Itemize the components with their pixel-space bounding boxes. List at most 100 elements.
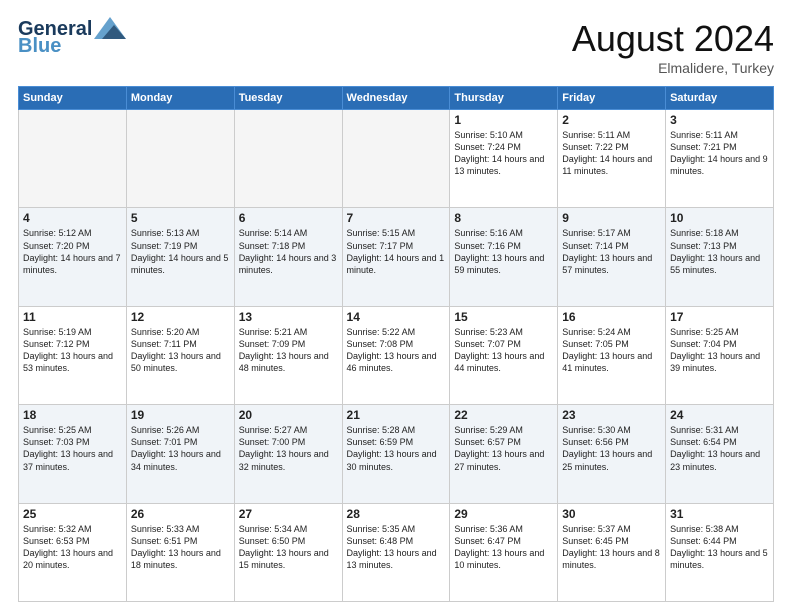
day-number: 5	[131, 211, 230, 225]
calendar-table: Sunday Monday Tuesday Wednesday Thursday…	[18, 86, 774, 602]
calendar-row-2: 4 Sunrise: 5:12 AM Sunset: 7:20 PM Daylig…	[19, 208, 774, 306]
calendar-cell: 2 Sunrise: 5:11 AM Sunset: 7:22 PM Daylig…	[558, 110, 666, 208]
day-number: 22	[454, 408, 553, 422]
day-info: Sunrise: 5:25 AM Sunset: 7:04 PM Dayligh…	[670, 326, 769, 375]
day-number: 12	[131, 310, 230, 324]
day-info: Sunrise: 5:14 AM Sunset: 7:18 PM Dayligh…	[239, 227, 338, 276]
col-sunday: Sunday	[19, 87, 127, 110]
day-number: 19	[131, 408, 230, 422]
day-info: Sunrise: 5:15 AM Sunset: 7:17 PM Dayligh…	[347, 227, 446, 276]
calendar-cell: 18 Sunrise: 5:25 AM Sunset: 7:03 PM Dayli…	[19, 405, 127, 503]
day-info: Sunrise: 5:34 AM Sunset: 6:50 PM Dayligh…	[239, 523, 338, 572]
day-number: 1	[454, 113, 553, 127]
day-number: 11	[23, 310, 122, 324]
day-info: Sunrise: 5:23 AM Sunset: 7:07 PM Dayligh…	[454, 326, 553, 375]
day-info: Sunrise: 5:36 AM Sunset: 6:47 PM Dayligh…	[454, 523, 553, 572]
calendar-cell: 30Sunrise: 5:37 AM Sunset: 6:45 PM Dayli…	[558, 503, 666, 601]
calendar-cell: 11 Sunrise: 5:19 AM Sunset: 7:12 PM Dayli…	[19, 306, 127, 404]
day-number: 2	[562, 113, 661, 127]
calendar-cell: 23 Sunrise: 5:30 AM Sunset: 6:56 PM Dayli…	[558, 405, 666, 503]
calendar-cell: 17 Sunrise: 5:25 AM Sunset: 7:04 PM Dayli…	[666, 306, 774, 404]
day-info: Sunrise: 5:18 AM Sunset: 7:13 PM Dayligh…	[670, 227, 769, 276]
day-number: 31	[670, 507, 769, 521]
calendar-cell: 9 Sunrise: 5:17 AM Sunset: 7:14 PM Daylig…	[558, 208, 666, 306]
col-thursday: Thursday	[450, 87, 558, 110]
calendar-cell: 13 Sunrise: 5:21 AM Sunset: 7:09 PM Dayli…	[234, 306, 342, 404]
day-info: Sunrise: 5:31 AM Sunset: 6:54 PM Dayligh…	[670, 424, 769, 473]
day-info: Sunrise: 5:30 AM Sunset: 6:56 PM Dayligh…	[562, 424, 661, 473]
calendar-cell: 15 Sunrise: 5:23 AM Sunset: 7:07 PM Dayli…	[450, 306, 558, 404]
calendar-cell: 5 Sunrise: 5:13 AM Sunset: 7:19 PM Daylig…	[126, 208, 234, 306]
calendar-cell: 3Sunrise: 5:11 AM Sunset: 7:21 PM Daylig…	[666, 110, 774, 208]
logo: General Blue	[18, 18, 126, 58]
calendar-cell	[342, 110, 450, 208]
day-info: Sunrise: 5:38 AM Sunset: 6:44 PM Dayligh…	[670, 523, 769, 572]
calendar-cell: 29Sunrise: 5:36 AM Sunset: 6:47 PM Dayli…	[450, 503, 558, 601]
day-number: 25	[23, 507, 122, 521]
calendar-cell: 1 Sunrise: 5:10 AM Sunset: 7:24 PM Daylig…	[450, 110, 558, 208]
day-number: 14	[347, 310, 446, 324]
calendar-row-1: 1 Sunrise: 5:10 AM Sunset: 7:24 PM Daylig…	[19, 110, 774, 208]
day-number: 27	[239, 507, 338, 521]
calendar-cell	[126, 110, 234, 208]
calendar-row-5: 25 Sunrise: 5:32 AM Sunset: 6:53 PM Dayli…	[19, 503, 774, 601]
day-number: 6	[239, 211, 338, 225]
day-info: Sunrise: 5:25 AM Sunset: 7:03 PM Dayligh…	[23, 424, 122, 473]
day-number: 9	[562, 211, 661, 225]
day-number: 18	[23, 408, 122, 422]
day-info: Sunrise: 5:26 AM Sunset: 7:01 PM Dayligh…	[131, 424, 230, 473]
calendar-cell: 19 Sunrise: 5:26 AM Sunset: 7:01 PM Dayli…	[126, 405, 234, 503]
day-info: Sunrise: 5:21 AM Sunset: 7:09 PM Dayligh…	[239, 326, 338, 375]
day-info: Sunrise: 5:11 AM Sunset: 7:22 PM Dayligh…	[562, 129, 661, 178]
col-wednesday: Wednesday	[342, 87, 450, 110]
day-number: 13	[239, 310, 338, 324]
day-info: Sunrise: 5:19 AM Sunset: 7:12 PM Dayligh…	[23, 326, 122, 375]
calendar-cell: 7 Sunrise: 5:15 AM Sunset: 7:17 PM Daylig…	[342, 208, 450, 306]
day-number: 24	[670, 408, 769, 422]
day-number: 20	[239, 408, 338, 422]
col-tuesday: Tuesday	[234, 87, 342, 110]
calendar-cell: 4 Sunrise: 5:12 AM Sunset: 7:20 PM Daylig…	[19, 208, 127, 306]
month-year-title: August 2024	[572, 18, 774, 60]
day-info: Sunrise: 5:35 AM Sunset: 6:48 PM Dayligh…	[347, 523, 446, 572]
calendar-cell: 26 Sunrise: 5:33 AM Sunset: 6:51 PM Dayli…	[126, 503, 234, 601]
col-monday: Monday	[126, 87, 234, 110]
day-info: Sunrise: 5:24 AM Sunset: 7:05 PM Dayligh…	[562, 326, 661, 375]
day-info: Sunrise: 5:17 AM Sunset: 7:14 PM Dayligh…	[562, 227, 661, 276]
logo-icon	[94, 17, 126, 39]
logo-blue: Blue	[18, 35, 61, 58]
calendar-cell: 31 Sunrise: 5:38 AM Sunset: 6:44 PM Dayli…	[666, 503, 774, 601]
day-info: Sunrise: 5:13 AM Sunset: 7:19 PM Dayligh…	[131, 227, 230, 276]
day-number: 17	[670, 310, 769, 324]
calendar-cell: 25 Sunrise: 5:32 AM Sunset: 6:53 PM Dayli…	[19, 503, 127, 601]
day-number: 28	[347, 507, 446, 521]
day-info: Sunrise: 5:11 AM Sunset: 7:21 PM Dayligh…	[670, 129, 769, 178]
day-number: 30	[562, 507, 661, 521]
calendar-cell: 14 Sunrise: 5:22 AM Sunset: 7:08 PM Dayli…	[342, 306, 450, 404]
day-info: Sunrise: 5:10 AM Sunset: 7:24 PM Dayligh…	[454, 129, 553, 178]
location-label: Elmalidere, Turkey	[572, 60, 774, 76]
calendar-row-4: 18 Sunrise: 5:25 AM Sunset: 7:03 PM Dayli…	[19, 405, 774, 503]
day-info: Sunrise: 5:16 AM Sunset: 7:16 PM Dayligh…	[454, 227, 553, 276]
day-number: 7	[347, 211, 446, 225]
calendar-header-row: Sunday Monday Tuesday Wednesday Thursday…	[19, 87, 774, 110]
day-info: Sunrise: 5:22 AM Sunset: 7:08 PM Dayligh…	[347, 326, 446, 375]
calendar-cell: 16Sunrise: 5:24 AM Sunset: 7:05 PM Dayli…	[558, 306, 666, 404]
calendar-cell: 6 Sunrise: 5:14 AM Sunset: 7:18 PM Daylig…	[234, 208, 342, 306]
day-number: 15	[454, 310, 553, 324]
day-info: Sunrise: 5:32 AM Sunset: 6:53 PM Dayligh…	[23, 523, 122, 572]
day-info: Sunrise: 5:12 AM Sunset: 7:20 PM Dayligh…	[23, 227, 122, 276]
day-number: 23	[562, 408, 661, 422]
calendar-cell	[234, 110, 342, 208]
day-info: Sunrise: 5:33 AM Sunset: 6:51 PM Dayligh…	[131, 523, 230, 572]
calendar-cell: 12Sunrise: 5:20 AM Sunset: 7:11 PM Dayli…	[126, 306, 234, 404]
calendar-row-3: 11 Sunrise: 5:19 AM Sunset: 7:12 PM Dayli…	[19, 306, 774, 404]
calendar-cell	[19, 110, 127, 208]
day-number: 8	[454, 211, 553, 225]
day-info: Sunrise: 5:27 AM Sunset: 7:00 PM Dayligh…	[239, 424, 338, 473]
day-number: 26	[131, 507, 230, 521]
calendar-cell: 28 Sunrise: 5:35 AM Sunset: 6:48 PM Dayli…	[342, 503, 450, 601]
calendar-cell: 20 Sunrise: 5:27 AM Sunset: 7:00 PM Dayli…	[234, 405, 342, 503]
day-number: 4	[23, 211, 122, 225]
calendar-cell: 8 Sunrise: 5:16 AM Sunset: 7:16 PM Daylig…	[450, 208, 558, 306]
